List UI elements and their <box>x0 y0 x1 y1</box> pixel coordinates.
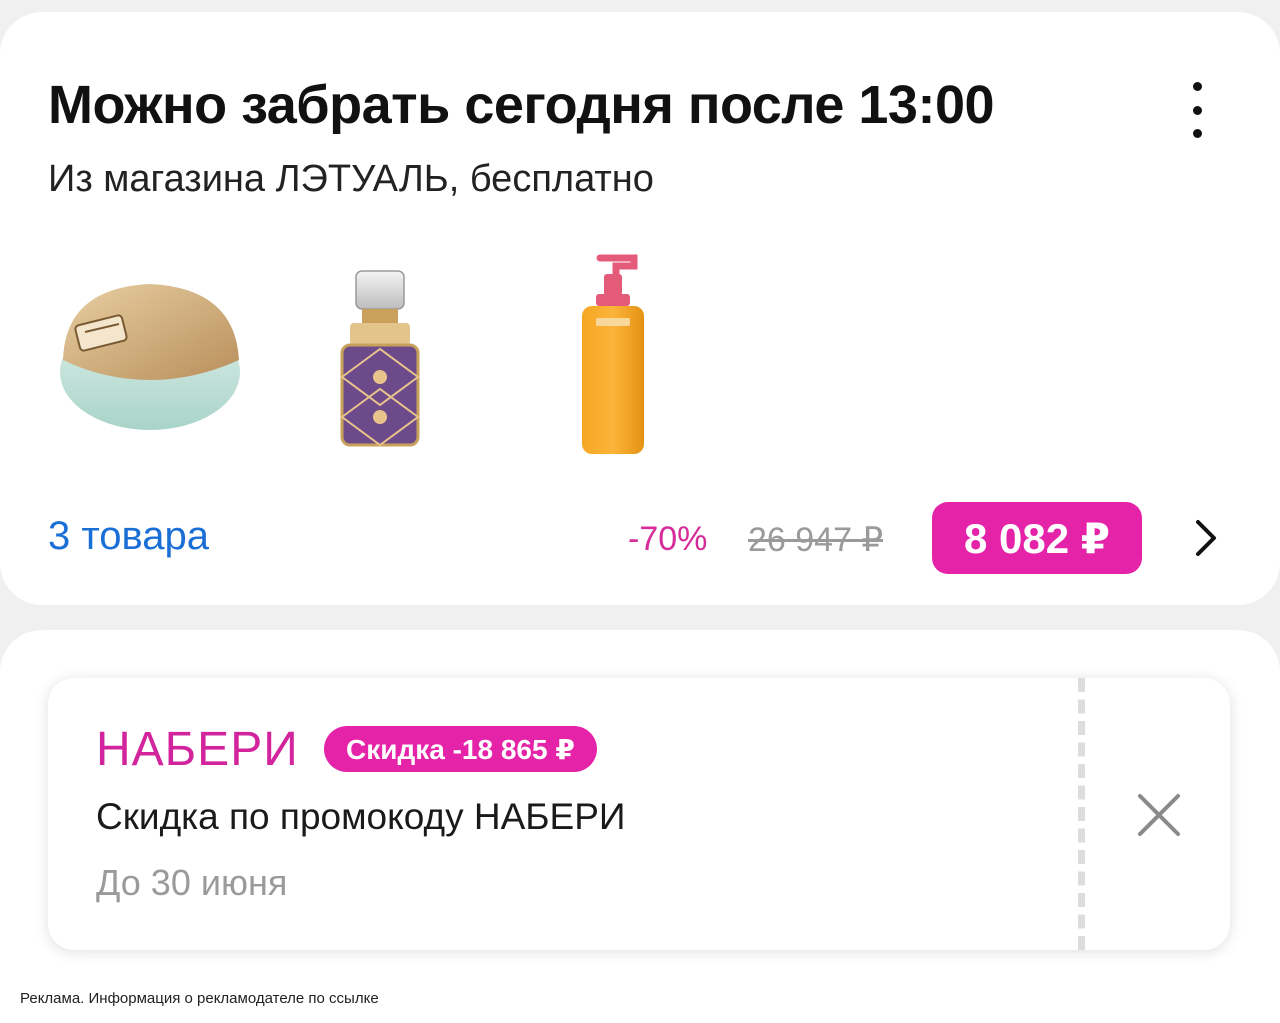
dashed-divider <box>1078 678 1085 950</box>
order-title: Можно забрать сегодня после 13:00 <box>48 75 995 135</box>
items-count-link[interactable]: 3 товара <box>48 514 209 559</box>
kebab-menu-icon[interactable] <box>1180 82 1214 138</box>
product-image-perfume-ornate[interactable] <box>330 267 430 452</box>
product-image-perfume-round[interactable] <box>55 280 245 432</box>
ad-disclaimer[interactable]: Реклама. Информация о рекламодателе по с… <box>20 990 379 1007</box>
old-price: 26 947 ₽ <box>748 521 884 559</box>
promo-valid-until: До 30 июня <box>96 862 288 903</box>
kebab-dot <box>1192 105 1202 115</box>
kebab-dot <box>1192 82 1202 91</box>
chevron-right-icon[interactable] <box>1188 518 1222 558</box>
promo-discount-badge: Скидка -18 865 ₽ <box>324 726 597 772</box>
product-image-pump-bottle[interactable] <box>570 252 655 457</box>
kebab-dot <box>1192 129 1202 138</box>
price-badge: 8 082 ₽ <box>932 502 1142 574</box>
discount-percent: -70% <box>628 520 708 558</box>
promo-card[interactable]: НАБЕРИ Скидка -18 865 ₽ Скидка по промок… <box>48 678 1230 950</box>
order-subtitle: Из магазина ЛЭТУАЛЬ, бесплатно <box>48 158 654 200</box>
order-card: Можно забрать сегодня после 13:00 Из маг… <box>0 12 1280 605</box>
close-icon[interactable] <box>1136 792 1182 838</box>
promo-code: НАБЕРИ <box>96 723 299 776</box>
promo-description: Скидка по промокоду НАБЕРИ <box>96 796 626 837</box>
